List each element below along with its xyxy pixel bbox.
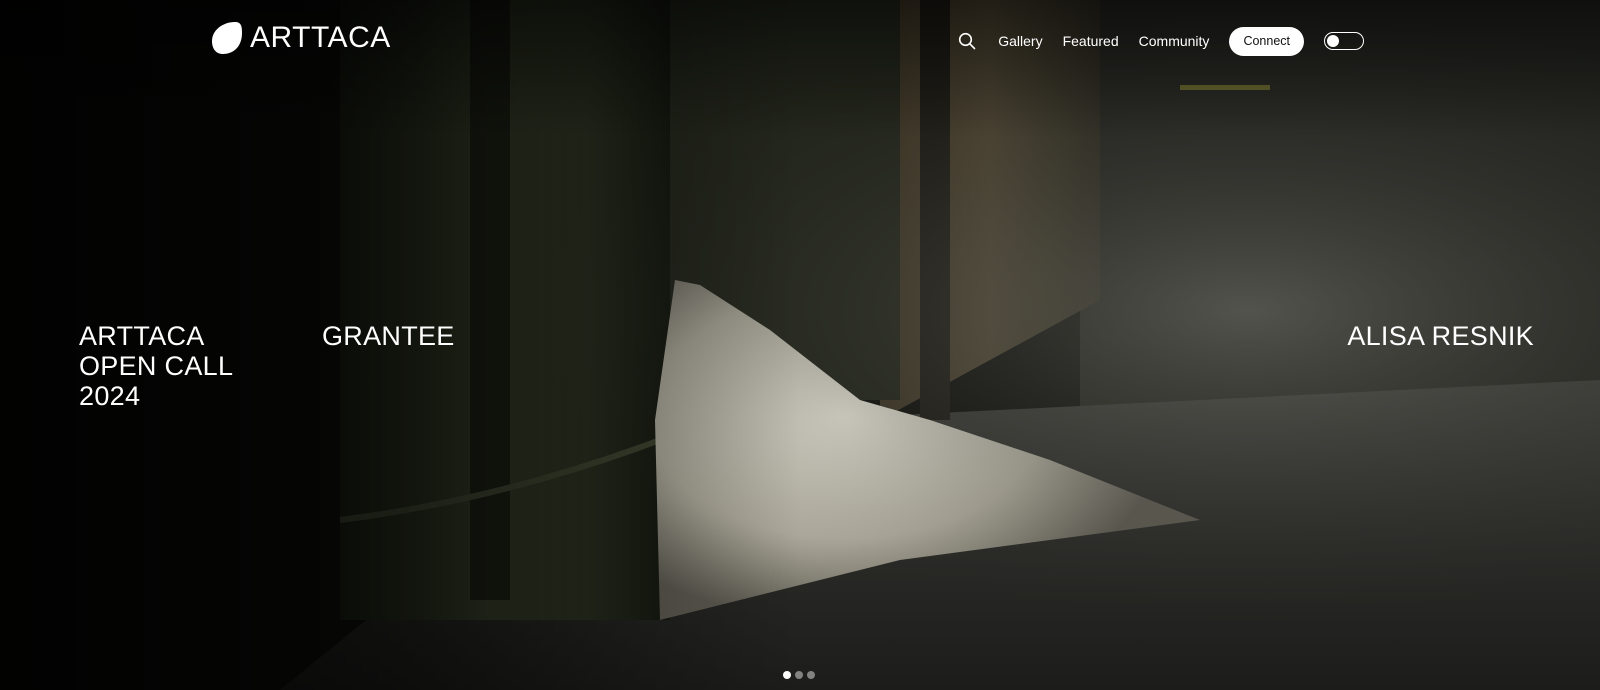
nav-link-featured[interactable]: Featured [1063, 33, 1119, 49]
top-nav: Gallery Featured Community Connect [958, 26, 1364, 56]
theme-toggle[interactable] [1324, 32, 1364, 50]
carousel-dot-3[interactable] [807, 671, 815, 679]
grantee-label: GRANTEE [322, 321, 455, 351]
carousel-dot-1[interactable] [783, 671, 791, 679]
open-call-line-2: OPEN CALL [79, 351, 234, 381]
open-call-line-3: 2024 [79, 381, 141, 411]
nav-link-community[interactable]: Community [1139, 33, 1210, 49]
artist-name[interactable]: ALISA RESNIK [1347, 321, 1534, 351]
carousel-dot-2[interactable] [795, 671, 803, 679]
theme-toggle-knob [1327, 34, 1339, 47]
carousel-dots [783, 671, 815, 679]
search-icon[interactable] [958, 32, 976, 50]
nav-link-gallery[interactable]: Gallery [998, 33, 1042, 49]
connect-button[interactable]: Connect [1229, 26, 1304, 56]
blob-logo-icon [212, 22, 242, 54]
open-call-line-1: ARTTACA [79, 321, 205, 351]
open-call-title: ARTTACA OPEN CALL 2024 [79, 321, 233, 411]
brand-logo[interactable]: ARTTACA [209, 20, 391, 56]
brand-name: ARTTACA [250, 21, 391, 54]
